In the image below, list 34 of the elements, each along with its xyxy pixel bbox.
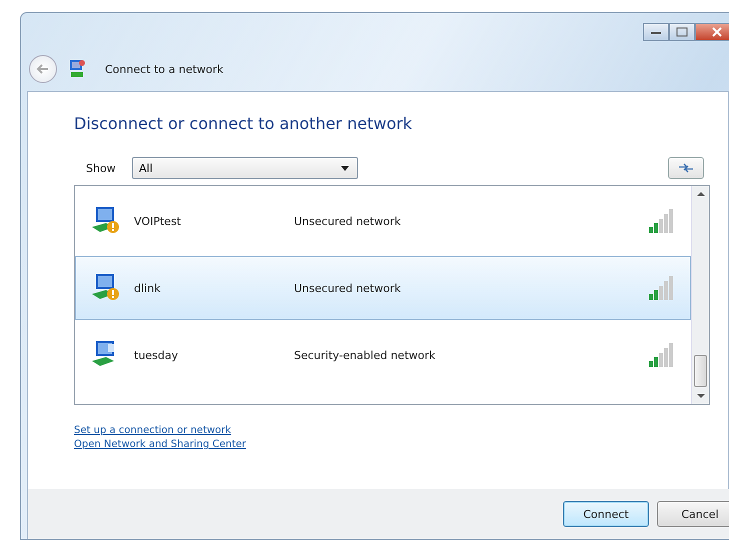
dialog-heading: Disconnect or connect to another network [74, 114, 414, 133]
show-dropdown[interactable]: All [132, 157, 358, 179]
minimize-button[interactable] [643, 23, 669, 41]
maximize-button[interactable] [669, 23, 695, 41]
close-button[interactable] [695, 23, 729, 41]
security-status: Unsecured network [294, 214, 402, 228]
dialog-button[interactable]: Cancel [657, 501, 729, 527]
network-icon [67, 58, 87, 80]
dropdown-caret-icon [341, 166, 349, 170]
signal-strength-icon [648, 209, 676, 233]
task-link[interactable]: Set up a connection or network [74, 425, 232, 436]
signal-strength-icon [648, 276, 676, 300]
network-name: VOIPtest [134, 214, 182, 228]
network-row[interactable]: tuesday Security-enabled network [75, 323, 691, 387]
refresh-button[interactable] [668, 157, 704, 179]
back-arrow-icon [36, 63, 50, 75]
close-icon [711, 27, 723, 37]
dialog-button[interactable]: Connect [563, 501, 649, 527]
scroll-down-icon [696, 393, 704, 399]
network-row[interactable]: VOIPtest Unsecured network [75, 189, 691, 253]
scrollbar[interactable] [691, 186, 709, 404]
maximize-icon [675, 27, 689, 37]
scroll-up-icon [696, 191, 704, 197]
window-title: Connect to a network [105, 62, 224, 76]
security-status: Security-enabled network [294, 348, 436, 362]
security-status: Unsecured network [294, 282, 402, 294]
show-label: Show [86, 162, 117, 174]
task-link[interactable]: Open Network and Sharing Center [74, 439, 246, 450]
scroll-thumb[interactable] [694, 355, 707, 387]
network-name: tuesday [134, 348, 180, 362]
refresh-arrows-icon [678, 163, 694, 173]
network-name: dlink [134, 282, 162, 294]
network-row[interactable]: dlink Unsecured network [75, 256, 691, 320]
signal-strength-icon [648, 343, 676, 367]
